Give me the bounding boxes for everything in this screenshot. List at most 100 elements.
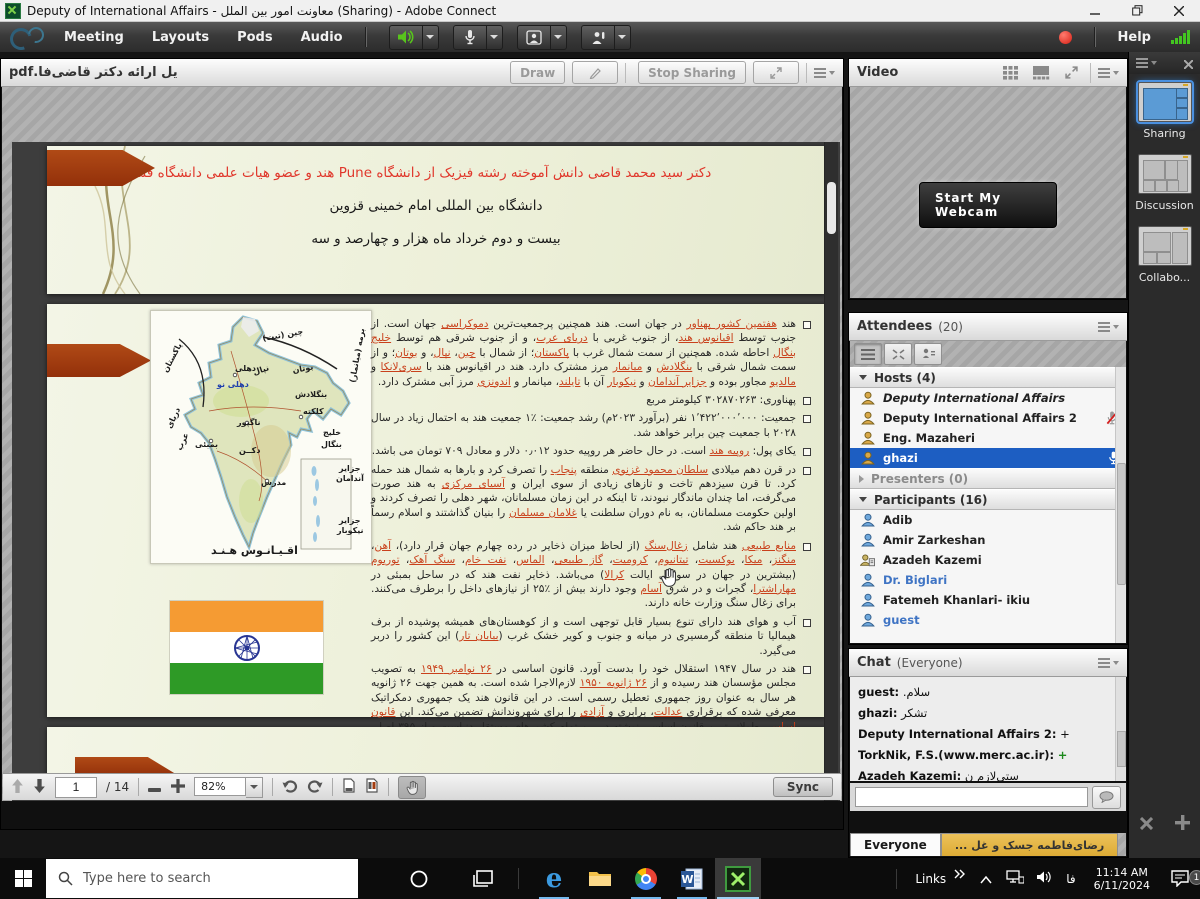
page-up-button[interactable] bbox=[11, 778, 24, 797]
microphone-icon[interactable] bbox=[453, 25, 487, 50]
chat-message-input[interactable] bbox=[855, 787, 1088, 807]
fullscreen-icon[interactable] bbox=[1059, 64, 1083, 82]
taskbar-clock[interactable]: 11:14 AM 6/11/2024 bbox=[1094, 866, 1150, 892]
menu-meeting[interactable]: Meeting bbox=[50, 30, 138, 45]
tab-everyone[interactable]: Everyone bbox=[850, 833, 941, 856]
network-icon[interactable] bbox=[1006, 869, 1024, 888]
attendee-row[interactable]: Fatemeh Khanlari- ikiu bbox=[850, 590, 1126, 610]
show-hidden-icons-chevron[interactable] bbox=[980, 869, 992, 888]
start-webcam-button[interactable]: Start My Webcam bbox=[919, 182, 1057, 228]
recording-indicator-icon[interactable] bbox=[1059, 31, 1072, 44]
start-button[interactable] bbox=[0, 858, 46, 899]
attendees-scrollbar[interactable] bbox=[1115, 367, 1126, 643]
map-label: اقـیـانـوس هـنـد bbox=[211, 544, 298, 557]
filmstrip-view-icon[interactable] bbox=[1029, 64, 1053, 82]
layouts-menu-icon[interactable] bbox=[1136, 61, 1157, 65]
map-label: بنگلادش bbox=[295, 389, 327, 400]
speaker-icon[interactable] bbox=[389, 25, 423, 50]
webcam-dropdown[interactable] bbox=[551, 25, 567, 50]
links-overflow-icon[interactable] bbox=[954, 864, 966, 883]
chat-pod-menu-icon[interactable] bbox=[1098, 661, 1119, 665]
attendee-breakout-view-icon[interactable] bbox=[884, 343, 912, 365]
file-explorer-icon[interactable] bbox=[577, 858, 623, 899]
language-indicator[interactable]: فا bbox=[1066, 872, 1075, 886]
action-center-icon[interactable]: 1 bbox=[1160, 870, 1200, 887]
edge-browser-icon[interactable]: e bbox=[531, 858, 577, 899]
attendee-row[interactable]: Azadeh Kazemi bbox=[850, 550, 1126, 570]
task-view-icon[interactable] bbox=[460, 858, 506, 899]
add-layout-icon[interactable] bbox=[1175, 815, 1190, 834]
undo-icon[interactable] bbox=[282, 778, 298, 797]
close-button[interactable] bbox=[1158, 0, 1200, 22]
sync-button[interactable]: Sync bbox=[773, 777, 833, 797]
adobe-connect-taskbar-icon[interactable] bbox=[715, 858, 761, 899]
fit-page-icon[interactable] bbox=[365, 778, 379, 797]
video-pod-menu-icon[interactable] bbox=[1098, 71, 1119, 75]
chat-scrollbar[interactable] bbox=[1115, 677, 1126, 781]
layout-discussion-thumbnail[interactable] bbox=[1138, 154, 1192, 194]
stop-sharing-button[interactable]: Stop Sharing bbox=[638, 61, 746, 84]
microphone-dropdown[interactable] bbox=[487, 25, 503, 50]
zoom-level-value[interactable]: 82% bbox=[194, 777, 246, 796]
page-number-input[interactable] bbox=[55, 777, 97, 798]
fit-width-icon[interactable] bbox=[342, 778, 356, 797]
help-menu[interactable]: Help bbox=[1104, 30, 1165, 45]
delete-layout-icon[interactable] bbox=[1140, 815, 1153, 834]
attendee-row[interactable]: Deputy International Affairs bbox=[850, 388, 1126, 408]
attendee-row[interactable]: Amir Zarkeshan bbox=[850, 530, 1126, 550]
cortana-icon[interactable] bbox=[396, 858, 442, 899]
attendees-pod-menu-icon[interactable] bbox=[1098, 325, 1119, 329]
layouts-close-icon[interactable] bbox=[1184, 54, 1193, 73]
attendee-row[interactable]: guest bbox=[850, 610, 1126, 630]
word-icon[interactable]: W bbox=[669, 858, 715, 899]
map-label: دکــن bbox=[239, 446, 260, 455]
raise-hand-icon[interactable] bbox=[581, 25, 615, 50]
connection-signal-icon[interactable] bbox=[1171, 30, 1190, 44]
chrome-icon[interactable] bbox=[623, 858, 669, 899]
attendee-list-view-icon[interactable] bbox=[854, 343, 882, 365]
raise-hand-dropdown[interactable] bbox=[615, 25, 631, 50]
page-down-button[interactable] bbox=[33, 778, 46, 797]
document-scrollbar-thumb[interactable] bbox=[827, 182, 836, 234]
send-message-icon[interactable] bbox=[1092, 786, 1121, 809]
hosts-section-header[interactable]: Hosts (4) bbox=[850, 367, 1126, 388]
menu-layouts[interactable]: Layouts bbox=[138, 30, 223, 45]
attendee-status-view-icon[interactable] bbox=[914, 343, 942, 365]
zoom-dropdown[interactable] bbox=[246, 777, 263, 798]
draw-button[interactable]: Draw bbox=[510, 61, 565, 84]
speaker-dropdown[interactable] bbox=[423, 25, 439, 50]
zoom-out-button[interactable] bbox=[148, 778, 162, 797]
attendee-row[interactable]: ghazi bbox=[850, 448, 1126, 468]
layout-collaboration-thumbnail[interactable] bbox=[1138, 226, 1192, 266]
taskbar-search[interactable]: Type here to search bbox=[46, 859, 358, 898]
menu-pods[interactable]: Pods bbox=[223, 30, 287, 45]
grid-view-icon[interactable] bbox=[999, 64, 1023, 82]
presenters-section-header[interactable]: Presenters (0) bbox=[850, 468, 1126, 489]
chat-scrollbar-thumb[interactable] bbox=[1117, 731, 1126, 767]
layout-sharing-thumbnail[interactable] bbox=[1138, 82, 1192, 122]
tab-private-chat[interactable]: ... رضای‌فاطمه جسک و غل bbox=[941, 833, 1118, 856]
volume-icon[interactable] bbox=[1036, 869, 1052, 888]
participants-section-header[interactable]: Participants (16) bbox=[850, 489, 1126, 510]
attendees-scrollbar-thumb[interactable] bbox=[1117, 463, 1126, 585]
minimize-button[interactable] bbox=[1074, 0, 1116, 22]
pointer-tool-icon[interactable] bbox=[572, 61, 618, 84]
menu-audio[interactable]: Audio bbox=[287, 30, 357, 45]
attendee-name: Adib bbox=[883, 513, 912, 527]
zoom-in-button[interactable] bbox=[171, 778, 185, 797]
hand-pan-tool[interactable] bbox=[398, 776, 426, 799]
attendee-row[interactable]: Eng. Mazaheri bbox=[850, 428, 1126, 448]
attendee-row[interactable]: Adib bbox=[850, 510, 1126, 530]
attendee-row[interactable]: Deputy International Affairs 2 bbox=[850, 408, 1126, 428]
restore-button[interactable] bbox=[1116, 0, 1158, 22]
links-toolbar[interactable]: Links bbox=[915, 872, 946, 886]
redo-icon[interactable] bbox=[307, 778, 323, 797]
fullscreen-icon[interactable] bbox=[753, 61, 799, 84]
document-scrollbar[interactable] bbox=[824, 142, 838, 801]
attendee-name: Deputy International Affairs bbox=[883, 391, 1065, 405]
share-pod-menu-icon[interactable] bbox=[814, 71, 835, 75]
document-viewer[interactable]: دکتر سید محمد قاضی دانش آموخته رشته فیزی… bbox=[12, 142, 840, 801]
webcam-icon[interactable] bbox=[517, 25, 551, 50]
share-pod-content: دکتر سید محمد قاضی دانش آموخته رشته فیزی… bbox=[2, 87, 842, 801]
attendee-row[interactable]: Dr. Biglari bbox=[850, 570, 1126, 590]
